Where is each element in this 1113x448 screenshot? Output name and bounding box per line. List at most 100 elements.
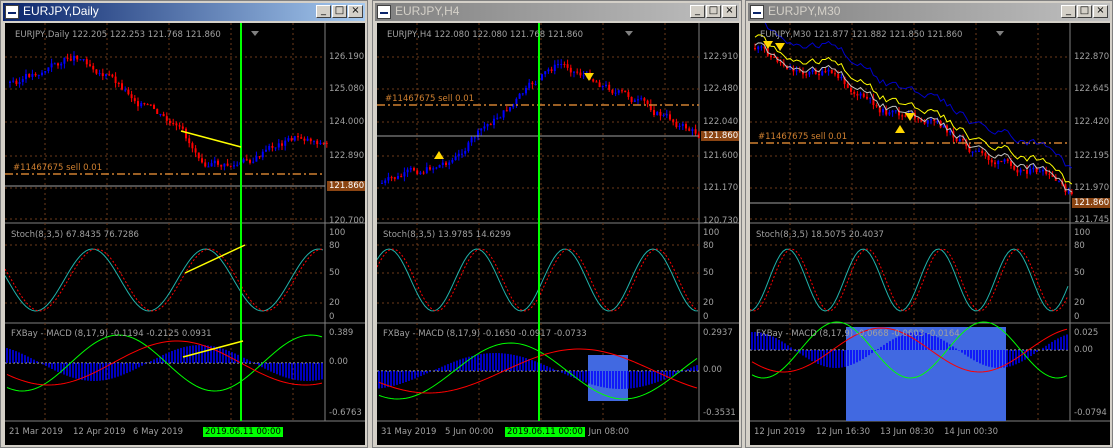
chart-window-icon [5, 5, 19, 19]
candle-body [429, 167, 431, 170]
macd-tick: 0.389 [329, 328, 354, 338]
candle-body [997, 160, 1000, 165]
candle-body [454, 156, 457, 161]
candle-body [681, 124, 684, 126]
candle-body [252, 161, 255, 163]
chart-shift-icon [996, 31, 1004, 36]
window-eurjpy-daily[interactable]: EURJPY,Daily _ □ × EURJPY,Daily 122.205 … [0, 0, 368, 448]
chart-area[interactable]: EURJPY,H4 122.080 122.080 121.768 121.86… [377, 23, 739, 445]
candle-body [66, 57, 69, 59]
candle-body [95, 69, 98, 74]
candle-body [117, 83, 120, 85]
candle-body [229, 165, 232, 167]
chart-area[interactable]: EURJPY,M30 121.877 121.882 121.850 121.8… [750, 23, 1110, 445]
candle-body [904, 115, 907, 117]
candle-body [821, 71, 824, 76]
candle-body [169, 120, 171, 124]
candle-body [457, 153, 460, 157]
candle-body [287, 138, 290, 141]
close-button[interactable]: × [722, 5, 737, 18]
close-button[interactable]: × [1093, 5, 1108, 18]
candle-body [432, 168, 435, 170]
candle-body [284, 140, 287, 146]
candle-body [509, 107, 511, 111]
candle-body [901, 115, 904, 117]
candle-body [265, 149, 267, 152]
candle-body [818, 73, 820, 76]
candle-body [1019, 169, 1022, 173]
stoch-tick: 100 [329, 228, 346, 238]
candle-body [672, 119, 675, 122]
candle-body [319, 142, 322, 145]
chart-window-icon [750, 5, 764, 19]
candle-body [646, 100, 649, 105]
candle-body [990, 159, 993, 163]
time-tick: 6 May 2019 [133, 427, 184, 437]
maximize-button[interactable]: □ [706, 5, 721, 18]
candle-body [31, 73, 34, 77]
candle-body [640, 98, 643, 100]
candle-body [981, 150, 984, 154]
candle-body [137, 101, 139, 107]
window-eurjpy-m30[interactable]: EURJPY,M30 _ □ × EURJPY,M30 121.877 121.… [745, 0, 1113, 448]
candle-body [233, 165, 235, 167]
chart-area[interactable]: EURJPY,Daily 122.205 122.253 121.768 121… [5, 23, 365, 445]
stoch-signal-line [750, 248, 1069, 312]
title-bar[interactable]: EURJPY,M30 _ □ × [748, 3, 1110, 21]
candle-body [592, 79, 595, 82]
candle-body [133, 98, 136, 102]
maximize-button[interactable]: □ [1077, 5, 1092, 18]
candle-body [688, 128, 691, 131]
candle-body [685, 124, 687, 129]
candle-body [293, 136, 296, 141]
price-tick: 124.000 [329, 117, 365, 127]
window-eurjpy-h4[interactable]: EURJPY,H4 _ □ × EURJPY,H4 122.080 122.08… [372, 0, 742, 448]
stoch-tick: 80 [1074, 241, 1085, 251]
price-tick: 122.645 [1074, 84, 1110, 94]
candle-body [605, 84, 607, 87]
candle-body [1022, 169, 1025, 171]
vertical-line-time-tag: 2019.06.11 00:00 [505, 427, 585, 437]
candle-body [515, 98, 518, 104]
candle-body [236, 164, 239, 166]
title-bar[interactable]: EURJPY,Daily _ □ × [3, 3, 365, 21]
macd-tick: -0.6763 [329, 408, 362, 418]
close-button[interactable]: × [348, 5, 363, 18]
candle-body [306, 138, 309, 141]
minimize-button[interactable]: _ [690, 5, 705, 18]
maximize-button[interactable]: □ [332, 5, 347, 18]
window-title: EURJPY,Daily [23, 4, 99, 18]
stoch-tick: 100 [703, 228, 720, 238]
candle-body [381, 182, 383, 184]
candle-body [242, 159, 245, 163]
candle-body [461, 153, 463, 155]
candle-body [544, 71, 547, 75]
title-bar[interactable]: EURJPY,H4 _ □ × [375, 3, 739, 21]
candle-body [483, 126, 486, 129]
candle-body [534, 83, 537, 85]
candle-body [156, 108, 159, 114]
minimize-button[interactable]: _ [1061, 5, 1076, 18]
candle-body [974, 151, 977, 153]
candle-body [438, 165, 441, 168]
candle-body [69, 58, 72, 61]
envelope-line [754, 34, 1073, 185]
candle-body [397, 176, 399, 179]
price-tick: 121.170 [703, 183, 739, 193]
minimize-button[interactable]: _ [316, 5, 331, 18]
candle-body [127, 89, 130, 95]
price-tick: 122.040 [703, 117, 739, 127]
candle-body [60, 63, 63, 66]
macd-label: FXBay - MACD (8,17,9) -0.1650 -0.0917 -0… [383, 329, 587, 339]
candle-body [322, 142, 325, 144]
candle-body [846, 84, 849, 88]
current-price-tag: 121.860 [327, 181, 365, 191]
candle-body [521, 93, 524, 95]
window-title: EURJPY,M30 [768, 4, 841, 18]
candle-body [984, 153, 987, 156]
candle-body [178, 125, 181, 127]
candle-body [795, 70, 798, 72]
macd-tick: 0.00 [329, 357, 348, 367]
candle-body [105, 74, 107, 76]
candle-body [213, 160, 216, 164]
